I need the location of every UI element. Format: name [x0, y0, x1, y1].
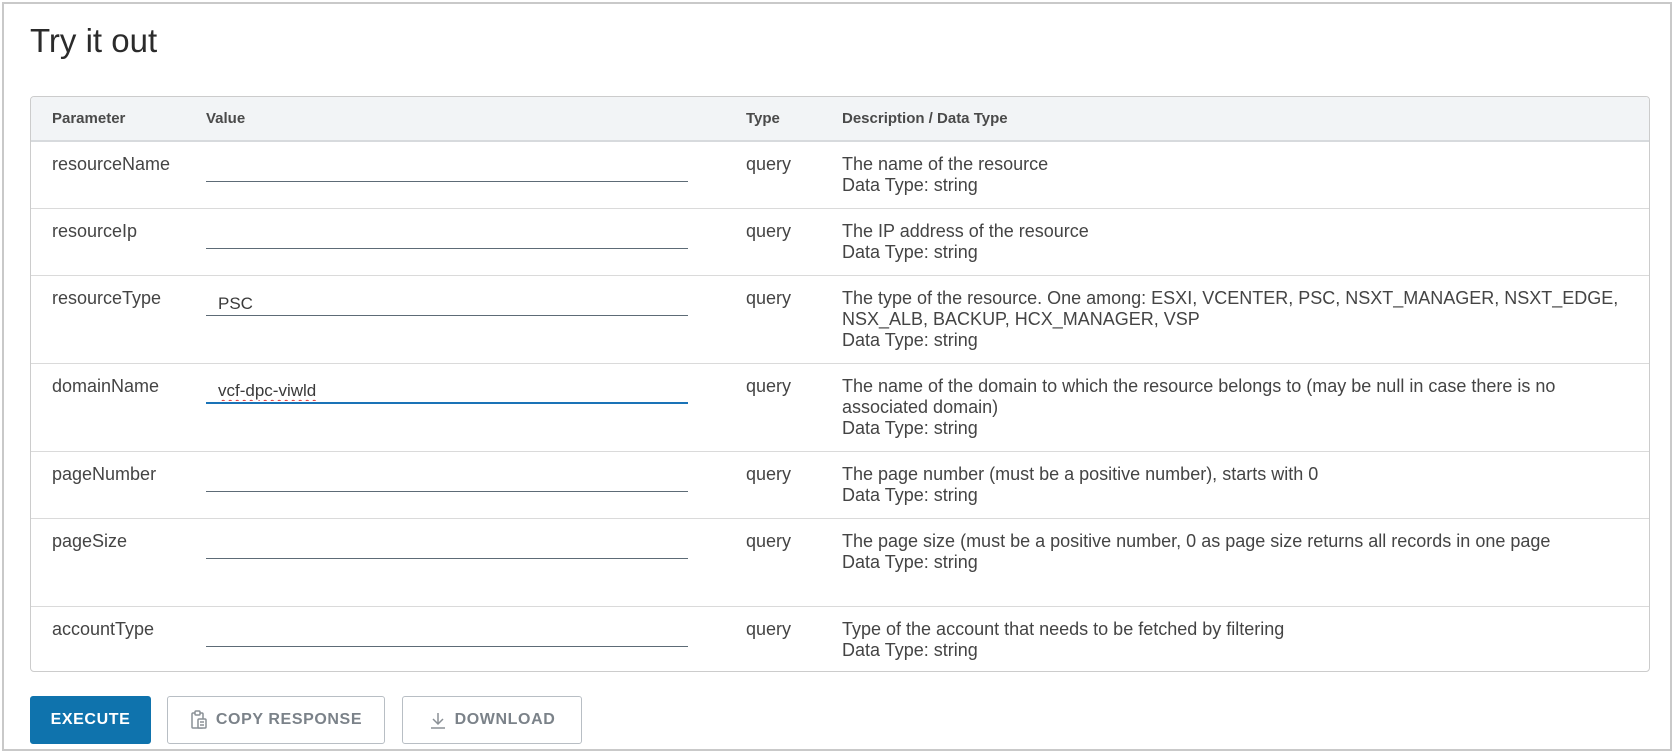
description-text: Type of the account that needs to be fet…	[842, 619, 1285, 639]
data-type-text: Data Type: string	[842, 485, 978, 505]
param-type: query	[746, 154, 792, 174]
description-text: The page number (must be a positive numb…	[842, 464, 1319, 484]
description-text: The name of the resource	[842, 154, 1049, 174]
execute-button[interactable]: EXECUTE	[30, 696, 151, 744]
table-header-row: Parameter Value Type Description / Data …	[31, 97, 1649, 142]
table-row: resourceType query The type of the resou…	[31, 275, 1649, 364]
parameters-table: Parameter Value Type Description / Data …	[30, 96, 1650, 672]
param-description: The page size (must be a positive number…	[842, 518, 1649, 607]
clipboard-icon	[190, 710, 208, 730]
header-value: Value	[206, 97, 746, 142]
table-row: pageSize query The page size (must be a …	[31, 518, 1649, 607]
data-type-text: Data Type: string	[842, 175, 978, 195]
account-type-input[interactable]	[206, 615, 688, 647]
param-type: query	[746, 208, 842, 276]
header-description: Description / Data Type	[842, 97, 1649, 142]
param-type: query	[746, 363, 842, 452]
table-row: accountType query Type of the account th…	[31, 606, 1649, 671]
data-type-text: Data Type: string	[842, 418, 978, 438]
param-type: query	[746, 451, 842, 519]
execute-label: EXECUTE	[50, 711, 131, 728]
data-type-text: Data Type: string	[842, 640, 978, 660]
page-number-input[interactable]	[206, 460, 688, 492]
download-label: DOWNLOAD	[454, 711, 556, 728]
download-icon	[429, 710, 447, 730]
description-text: The IP address of the resource	[842, 221, 1089, 241]
description-text: The type of the resource. One among: ESX…	[842, 288, 1619, 329]
resource-name-input[interactable]	[206, 150, 688, 182]
table-row: domainName query The name of the domain …	[31, 363, 1649, 452]
download-button[interactable]: DOWNLOAD	[402, 696, 582, 744]
domain-name-input[interactable]	[206, 372, 688, 404]
param-description: The name of the resource Data Type: stri…	[842, 141, 1649, 209]
param-description: The name of the domain to which the reso…	[842, 363, 1649, 452]
param-name: domainName	[31, 363, 206, 452]
param-type: query	[746, 518, 842, 607]
copy-response-button[interactable]: COPY RESPONSE	[167, 696, 385, 744]
table-row: resourceName query The name of the resou…	[31, 141, 1649, 209]
param-name: pageNumber	[31, 451, 206, 519]
table-row: resourceIp query The IP address of the r…	[31, 208, 1649, 276]
resource-type-input[interactable]	[206, 284, 688, 316]
data-type-text: Data Type: string	[842, 552, 978, 572]
resource-ip-input[interactable]	[206, 217, 688, 249]
param-name: accountType	[31, 606, 206, 671]
table-row: pageNumber query The page number (must b…	[31, 451, 1649, 519]
param-name: resourceIp	[31, 208, 206, 276]
header-type: Type	[746, 97, 842, 142]
data-type-text: Data Type: string	[842, 242, 978, 262]
param-name: resourceName	[52, 154, 171, 174]
header-parameter: Parameter	[31, 97, 206, 142]
page-title: Try it out	[30, 22, 158, 59]
data-type-text: Data Type: string	[842, 330, 978, 350]
param-description: The page number (must be a positive numb…	[842, 451, 1649, 519]
description-text: The name of the domain to which the reso…	[842, 376, 1556, 417]
param-description: The IP address of the resource Data Type…	[842, 208, 1649, 276]
param-description: Type of the account that needs to be fet…	[842, 606, 1649, 671]
try-it-out-panel: Try it out Parameter Value Type Descript…	[2, 2, 1672, 751]
page-size-input[interactable]	[206, 527, 688, 559]
description-text: The page size (must be a positive number…	[842, 531, 1551, 551]
copy-response-label: COPY RESPONSE	[215, 711, 363, 728]
param-type: query	[746, 275, 842, 364]
param-name: resourceType	[31, 275, 206, 364]
param-name: pageSize	[31, 518, 206, 607]
param-type: query	[746, 606, 842, 671]
param-description: The type of the resource. One among: ESX…	[842, 275, 1649, 364]
